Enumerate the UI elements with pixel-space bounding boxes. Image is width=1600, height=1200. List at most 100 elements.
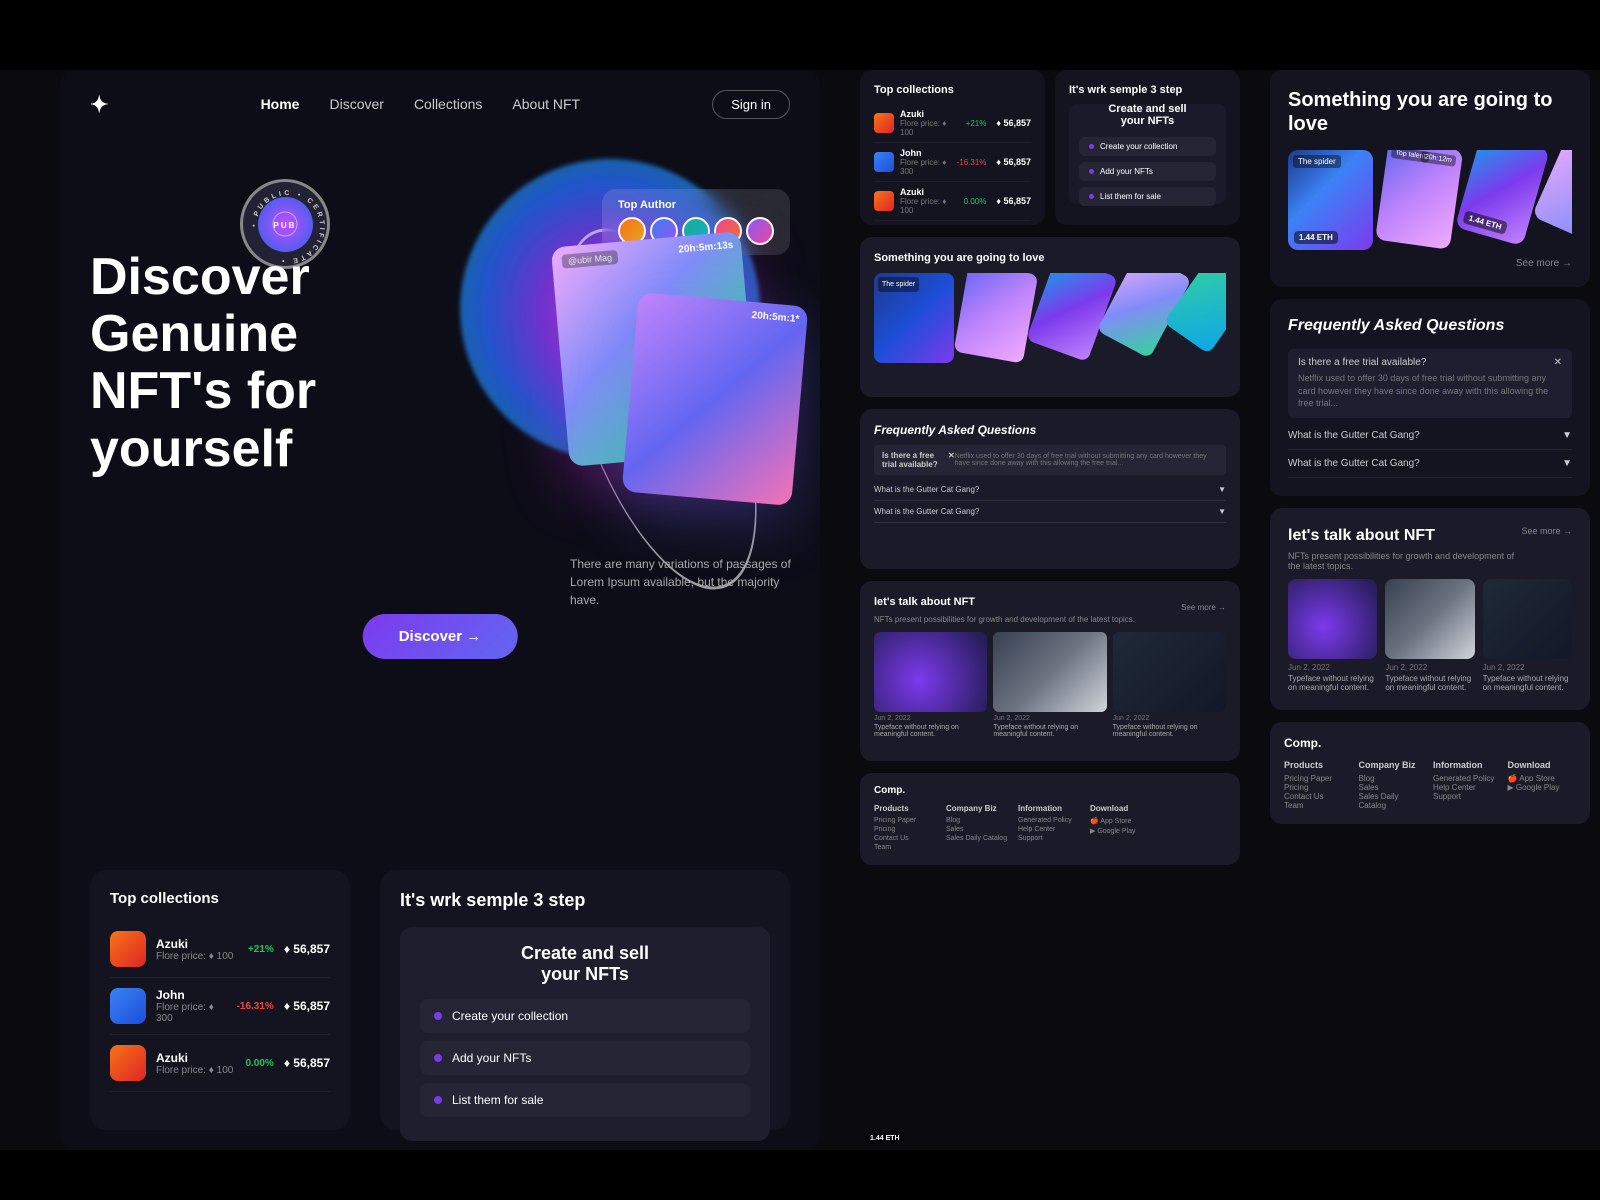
love-card-3: 1.44 ETH [1455, 150, 1550, 246]
mini-blog-sub: NFTs present possibilities for growth an… [874, 615, 1135, 624]
right-panel-2: Something you are going to love 1.44 ETH… [1270, 70, 1590, 1150]
mini-faq-item-3[interactable]: What is the Gutter Cat Gang? ▼ [874, 501, 1226, 523]
mini-top-collections: Top collections Azuki Flore price: ♦ 100… [860, 70, 1045, 225]
hero-description: There are many variations of passages of… [570, 555, 800, 609]
mini-col-row-1: Azuki Flore price: ♦ 100 +21% ♦ 56,857 [874, 104, 1031, 143]
faq-item-3[interactable]: What is the Gutter Cat Gang? ▼ [1288, 450, 1572, 478]
love-card-1: 1.44 ETH The spider [1288, 150, 1373, 250]
mini-blog-imgs: Jun 2, 2022 Typeface without relying on … [874, 632, 1226, 738]
nav-collections[interactable]: Collections [414, 96, 482, 112]
collection-row-3: Azuki Flore price: ♦ 100 0.00% ♦ 56,857 [110, 1035, 330, 1092]
nft-card-2-timer: 20h:5m:1* [751, 310, 800, 325]
footer-item-1-4: Team [874, 844, 938, 851]
mini-blog-date-2: Jun 2, 2022 [993, 715, 1106, 722]
collection-row-1: Azuki Flore price: ♦ 100 +21% ♦ 56,857 [110, 921, 330, 978]
footer-item-1-3: Contact Us [874, 835, 938, 842]
footer-company: Comp. [874, 785, 1226, 796]
footer-full-item-1-2: Pricing [1284, 783, 1353, 792]
love-card-2-timer: 20h:12m [1420, 151, 1456, 167]
discover-button[interactable]: Discover → [363, 614, 518, 659]
nav-discover[interactable]: Discover [329, 96, 383, 112]
footer-full-item-1-1: Pricing Paper [1284, 774, 1353, 783]
love-card-3-price: 1.44 ETH [1462, 210, 1508, 235]
footer-full-col4-title: Download [1508, 760, 1577, 770]
footer-item-2-1: Blog [946, 817, 1010, 824]
blog-post-full-3: Jun 2, 2022 Typeface without relying on … [1483, 579, 1572, 692]
steps-title: It's wrk semple 3 step [400, 890, 770, 911]
collection-price-3: ♦ 56,857 [284, 1056, 330, 1070]
logo: ✦ [90, 92, 108, 118]
mini-blog-post-3: Jun 2, 2022 Typeface without relying on … [1113, 632, 1226, 738]
top-bar [0, 0, 1600, 70]
mini-avatar-2 [874, 152, 894, 172]
footer-full-item-1-3: Contact Us [1284, 792, 1353, 801]
footer-full-col3-title: Information [1433, 760, 1502, 770]
footer-col-3-title: Information [1018, 804, 1082, 813]
mini-step-1: Create your collection [1079, 137, 1216, 156]
collection-avatar-1 [110, 931, 146, 967]
blog-cap-2: Typeface without relying on meaningful c… [1385, 674, 1474, 692]
mini-steps-title: It's wrk semple 3 step [1069, 84, 1226, 96]
mini-blog-date-3: Jun 2, 2022 [1113, 715, 1226, 722]
love-cards-row: 1.44 ETH The spider 20h:12m Top talent 1… [1288, 150, 1572, 250]
mini-blog-card: let's talk about NFT NFTs present possib… [860, 581, 1240, 761]
step-label-3: List them for sale [452, 1093, 543, 1107]
nft-card-1-timer: 20h:5m:13s [678, 240, 734, 256]
faq-full-card: Frequently Asked Questions Is there a fr… [1270, 299, 1590, 496]
mini-blog-date-1: Jun 2, 2022 [874, 715, 987, 722]
faq-item-1[interactable]: Is there a free trial available? ✕ Netfl… [1288, 349, 1572, 418]
mini-avatar-3 [874, 191, 894, 211]
collection-price-1: ♦ 56,857 [284, 942, 330, 956]
footer-item-2-3: Sales Daily Catalog [946, 835, 1010, 842]
nav-links: Home Discover Collections About NFT [168, 96, 672, 114]
collection-avatar-3 [110, 1045, 146, 1081]
mini-love-img-2 [954, 273, 1039, 363]
top-collections-title: Top collections [110, 890, 330, 907]
step-item-1[interactable]: Create your collection [420, 999, 750, 1033]
blog-full-see-more[interactable]: See more → [1521, 526, 1572, 536]
nav-about[interactable]: About NFT [512, 96, 580, 112]
collection-floor-3: Flore price: ♦ 100 [156, 1065, 235, 1076]
footer-full-item-4-1: 🍎 App Store [1508, 774, 1577, 783]
signin-button[interactable]: Sign in [712, 90, 790, 119]
bottom-bar [0, 1150, 1600, 1200]
blog-img-2 [1385, 579, 1474, 659]
footer-full-item-1-4: Team [1284, 801, 1353, 810]
faq-q1: Is there a free trial available? ✕ [1298, 357, 1562, 368]
footer-full-col2-title: Company Biz [1359, 760, 1428, 770]
nav-home[interactable]: Home [261, 96, 300, 112]
footer-item-3-3: Support [1018, 835, 1082, 842]
navbar: ✦ Home Discover Collections About NFT Si… [60, 70, 820, 139]
footer-col-4-title: Download [1090, 804, 1154, 813]
faq-item-2[interactable]: What is the Gutter Cat Gang? ▼ [1288, 422, 1572, 450]
blog-cap-3: Typeface without relying on meaningful c… [1483, 674, 1572, 692]
mini-blog-post-2: Jun 2, 2022 Typeface without relying on … [993, 632, 1106, 738]
mini-faq-item-1[interactable]: Is there a free trial available? ✕ Netfl… [874, 445, 1226, 475]
mini-blog-title: let's talk about NFT [874, 595, 1135, 609]
collection-info-3: Azuki Flore price: ♦ 100 [156, 1051, 235, 1076]
love-card-1-price: 1.44 ETH [1294, 231, 1338, 244]
collection-price-2: ♦ 56,857 [284, 999, 330, 1013]
mini-steps-card: It's wrk semple 3 step Create and sellyo… [1055, 70, 1240, 225]
blog-see-more[interactable]: See more → [1181, 603, 1226, 612]
footer-item-3-2: Help Center [1018, 826, 1082, 833]
nft-card-2: 20h:5m:1* [622, 292, 809, 506]
step-item-3[interactable]: List them for sale [420, 1083, 750, 1117]
blog-full-title: let's talk about NFT [1288, 526, 1521, 547]
mini-row-1: Top collections Azuki Flore price: ♦ 100… [860, 70, 1240, 225]
collection-info-1: Azuki Flore price: ♦ 100 [156, 937, 238, 962]
footer-full-item-2-3: Sales Daily Catalog [1359, 792, 1428, 810]
footer-full-card: Comp. Products Pricing Paper Pricing Con… [1270, 722, 1590, 824]
mini-faq-item-2[interactable]: What is the Gutter Cat Gang? ▼ [874, 479, 1226, 501]
footer-item-4-1: 🍎 App Store [1090, 817, 1154, 825]
step-item-2[interactable]: Add your NFTs [420, 1041, 750, 1075]
mini-faq-title: Frequently Asked Questions [874, 423, 1226, 437]
mini-faq-a1: Netflix used to offer 30 days of free tr… [955, 453, 1218, 469]
love-see-more[interactable]: See more → [1288, 258, 1572, 269]
collection-change-2: -16.31% [237, 1001, 274, 1012]
mini-blog-img-2 [993, 632, 1106, 712]
faq-q3: What is the Gutter Cat Gang? ▼ [1288, 458, 1572, 469]
nft-cards: @ubir Mag 20h:5m:13s 20h:5m:1* [540, 239, 800, 519]
nft-card-1-label: @ubir Mag [561, 250, 618, 269]
footer-full-col1-title: Products [1284, 760, 1353, 770]
